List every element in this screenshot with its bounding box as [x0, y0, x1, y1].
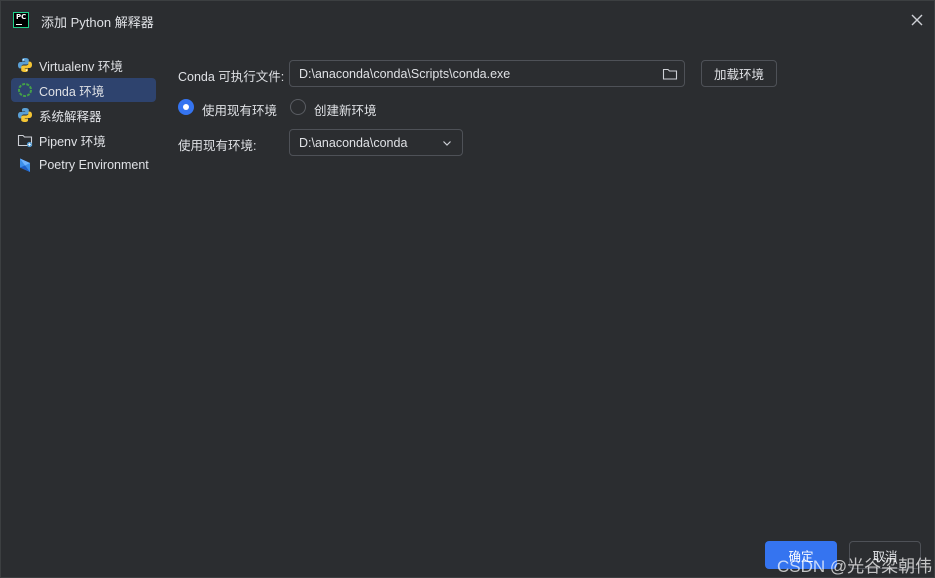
pycharm-logo-icon: PC: [13, 12, 29, 28]
sidebar-item-label: 系统解释器: [39, 109, 102, 124]
sidebar-item-pipenv[interactable]: Pipenv 环境: [11, 128, 156, 152]
radio-use-existing-label: 使用现有环境: [202, 104, 278, 118]
radio-create-new[interactable]: [290, 99, 306, 115]
close-icon: [911, 14, 923, 26]
conda-icon: [17, 82, 33, 98]
interpreter-type-list: Virtualenv 环境 Conda 环境 系统解释器 Pipenv 环境 P…: [11, 53, 156, 178]
python-icon: [17, 57, 33, 73]
python-icon: [17, 107, 33, 123]
sidebar-item-label: Poetry Environment: [39, 158, 149, 172]
sidebar-item-label: Pipenv 环境: [39, 134, 106, 149]
existing-env-select[interactable]: D:\anaconda\conda: [289, 129, 463, 156]
sidebar-item-label: Conda 环境: [39, 84, 105, 99]
chevron-down-icon: [440, 136, 454, 150]
conda-exe-label: Conda 可执行文件:: [178, 70, 285, 84]
sidebar-item-label: Virtualenv 环境: [39, 59, 123, 74]
sidebar-item-system[interactable]: 系统解释器: [11, 103, 156, 127]
radio-create-new-label: 创建新环境: [314, 104, 377, 118]
load-env-button[interactable]: 加载环境: [701, 60, 777, 87]
pipenv-folder-icon: [17, 132, 33, 148]
close-button[interactable]: [908, 11, 926, 29]
sidebar-item-virtualenv[interactable]: Virtualenv 环境: [11, 53, 156, 77]
conda-exe-path-field[interactable]: D:\anaconda\conda\Scripts\conda.exe: [289, 60, 685, 87]
csdn-watermark: CSDN @光谷梁朝伟: [777, 557, 933, 576]
existing-env-label: 使用现有环境:: [178, 139, 257, 153]
sidebar-item-conda[interactable]: Conda 环境: [11, 78, 156, 102]
radio-use-existing[interactable]: [178, 99, 194, 115]
poetry-icon: [17, 157, 33, 173]
existing-env-value: D:\anaconda\conda: [299, 136, 408, 150]
folder-icon[interactable]: [662, 66, 678, 82]
dialog-title: 添加 Python 解释器: [41, 15, 154, 30]
conda-exe-path-value: D:\anaconda\conda\Scripts\conda.exe: [299, 67, 511, 81]
dialog-window: PC 添加 Python 解释器 Virtualenv 环境 Conda 环境 …: [0, 0, 935, 578]
title-bar: PC 添加 Python 解释器: [1, 1, 935, 39]
sidebar-item-poetry[interactable]: Poetry Environment: [11, 153, 156, 177]
